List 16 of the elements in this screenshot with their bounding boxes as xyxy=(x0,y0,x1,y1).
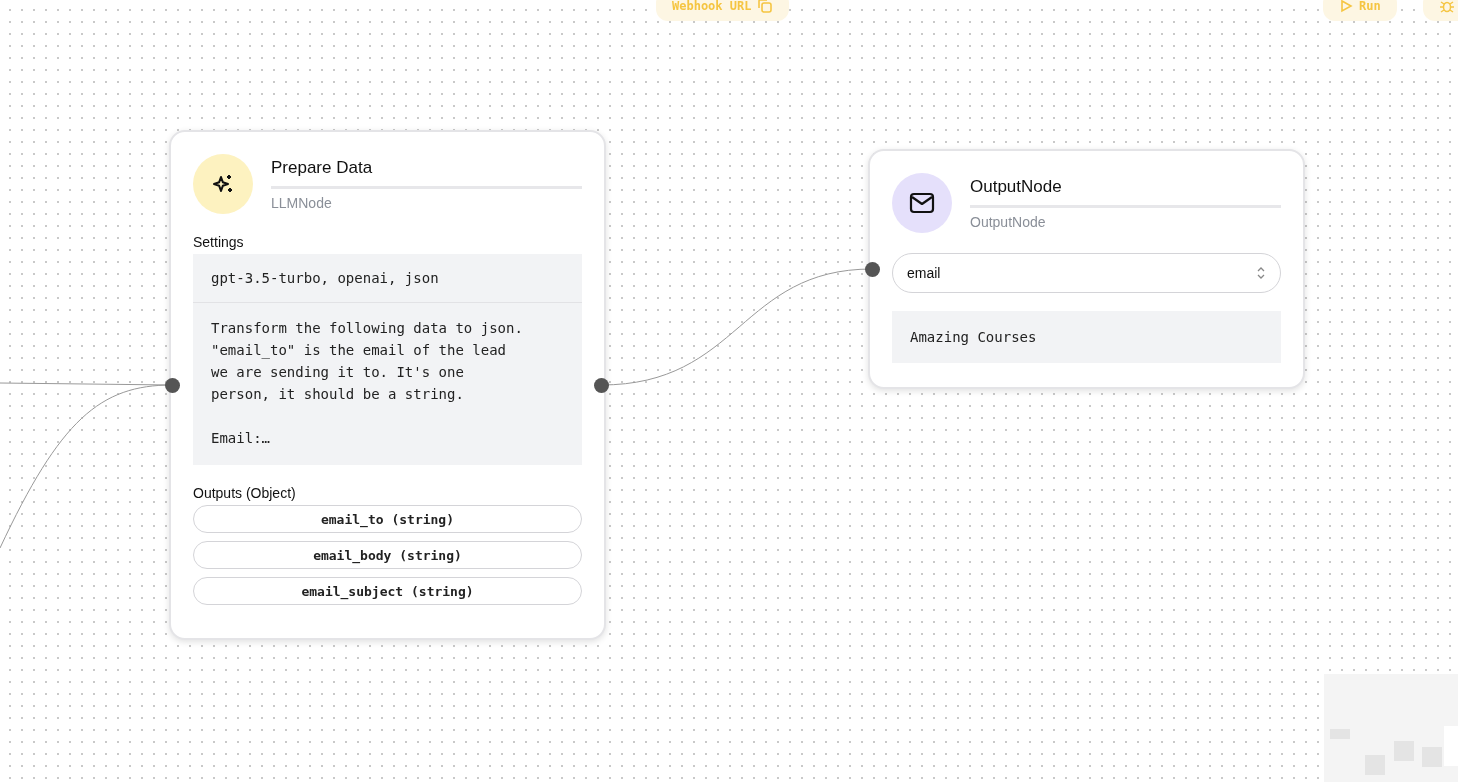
node-type: LLMNode xyxy=(271,194,333,211)
chevron-up-down-icon xyxy=(1256,266,1266,280)
outputs-label: Outputs (Object) xyxy=(193,485,297,501)
play-icon xyxy=(1339,0,1353,13)
mail-icon xyxy=(909,192,935,214)
node-type: OutputNode xyxy=(970,213,1047,230)
run-button[interactable]: Run xyxy=(1323,0,1397,21)
node-title: Prepare Data xyxy=(271,157,582,189)
copy-icon xyxy=(757,0,774,14)
bug-icon xyxy=(1439,0,1455,14)
webhook-button[interactable]: Webhook URL xyxy=(656,0,790,21)
prompt-text: Transform the following data to json. "email_to" is the email of the lead we are sending it to. It's one person, it should be a string. Email:… xyxy=(193,303,582,465)
settings-label: Settings xyxy=(193,234,245,250)
node-title: OutputNode xyxy=(970,176,1281,208)
model-settings: gpt-3.5-turbo, openai, json xyxy=(193,254,582,303)
output-text: Amazing Courses xyxy=(892,311,1281,363)
